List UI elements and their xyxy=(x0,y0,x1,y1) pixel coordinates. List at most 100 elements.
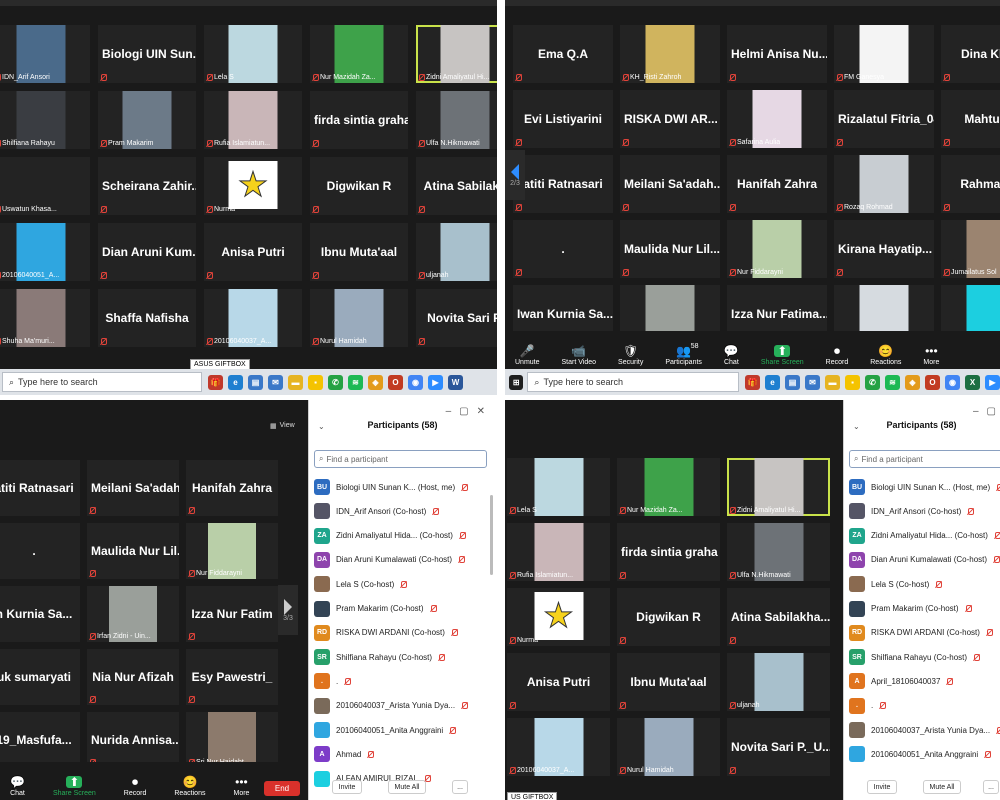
participant-row[interactable]: BU Biologi UIN Sunan K... (Host, me) xyxy=(849,475,1000,499)
control-more[interactable]: ••• More xyxy=(923,345,939,366)
video-tile[interactable]: Biologi UIN Sun... xyxy=(98,25,196,83)
muted-mic-icon[interactable] xyxy=(965,605,972,612)
video-tile[interactable]: Nurida Annisa... xyxy=(87,712,179,768)
muted-mic-icon[interactable] xyxy=(458,556,466,564)
mute-all-button[interactable]: Mute All xyxy=(923,780,961,794)
find-participant-input[interactable]: ⌕ Find a participant xyxy=(314,450,487,468)
folder-icon[interactable]: ▬ xyxy=(288,374,303,390)
video-tile[interactable]: 19_Masfufa... xyxy=(0,712,80,768)
video-tile[interactable]: uk sumaryati xyxy=(0,649,80,705)
video-tile[interactable]: ★ Nurma xyxy=(204,157,302,215)
participant-row[interactable]: .. xyxy=(314,669,352,693)
gift-icon[interactable]: 🎁 xyxy=(208,374,223,390)
video-tile[interactable]: Lela S xyxy=(507,458,610,516)
gift-icon[interactable]: 🎁 xyxy=(745,374,760,390)
video-tile[interactable]: Meilani Sa'adah... xyxy=(87,460,179,516)
video-tile[interactable]: Atina Sabilakh xyxy=(416,157,497,215)
windows-start-icon[interactable]: ⊞ xyxy=(509,374,524,390)
mute-all-button[interactable]: Mute All xyxy=(388,780,426,794)
participant-row[interactable]: IDN_Arif Ansori (Co-host) xyxy=(314,499,440,523)
office-icon[interactable]: O xyxy=(388,374,403,390)
office-icon[interactable]: O xyxy=(925,374,940,390)
window-controls[interactable]: –▢✕ xyxy=(446,406,493,417)
video-tile[interactable]: atiti Ratnasari xyxy=(513,155,613,213)
participant-row[interactable]: Lela S (Co-host) xyxy=(314,572,408,596)
participant-row[interactable]: 20106040051_Anita Anggraini xyxy=(314,718,457,742)
video-tile[interactable]: Evi Listiyarini xyxy=(513,90,613,148)
video-tile[interactable]: uljanah xyxy=(416,223,497,281)
page-next-button[interactable]: 3/3 xyxy=(278,585,298,635)
video-tile[interactable]: Uswatun Khasa... xyxy=(0,157,90,215)
video-tile[interactable]: Rufia Islamiatun... xyxy=(507,523,610,581)
muted-mic-icon[interactable] xyxy=(400,580,408,588)
video-tile[interactable]: Esy Pawestri_ xyxy=(186,649,278,705)
end-meeting-button[interactable]: End xyxy=(264,781,300,796)
video-tile[interactable]: Novita Sari P._U... xyxy=(727,718,830,776)
video-tile[interactable]: Pram Makarim xyxy=(98,91,196,149)
zoom-icon[interactable]: ▶ xyxy=(428,374,443,390)
participant-row[interactable]: ZA Zidni Amaliyatul Hida... (Co-host) xyxy=(314,524,466,548)
control-chat[interactable]: 💬 Chat xyxy=(10,776,25,797)
participant-row[interactable]: DA Dian Aruni Kumalawati (Co-host) xyxy=(849,548,1000,572)
participant-row[interactable]: RD RISKA DWI ARDANI (Co-host) xyxy=(314,621,458,645)
video-tile[interactable]: Hanifah Zahra xyxy=(727,155,827,213)
control-unmute[interactable]: 🎤 Unmute xyxy=(515,345,540,366)
video-tile[interactable]: atiti Ratnasari xyxy=(0,460,80,516)
video-tile[interactable]: Meilani Sa'adah... xyxy=(620,155,720,213)
video-tile[interactable]: Maulida Nur Lil... xyxy=(87,523,179,579)
muted-mic-icon[interactable] xyxy=(984,750,992,758)
video-tile[interactable]: . xyxy=(0,523,80,579)
participant-row[interactable]: 20106040037_Arista Yunia Dya... xyxy=(849,718,1000,742)
muted-mic-icon[interactable] xyxy=(461,702,469,710)
participant-row[interactable]: Lela S (Co-host) xyxy=(849,572,943,596)
control-reactions[interactable]: 😊 Reactions xyxy=(174,776,205,797)
video-tile[interactable]: Jumailatus Sol xyxy=(941,220,1000,278)
control-record[interactable]: ⏺ Record xyxy=(124,776,147,797)
video-tile[interactable]: Helmi Anisa Nu... xyxy=(727,25,827,83)
video-tile[interactable]: Irfan Zidni - Uin... xyxy=(87,586,179,642)
invite-button[interactable]: Invite xyxy=(332,780,362,794)
muted-mic-icon[interactable] xyxy=(438,653,446,661)
folder-icon[interactable]: ▬ xyxy=(825,374,840,390)
control-share-screen[interactable]: ⬆ Share Screen xyxy=(53,776,96,797)
muted-mic-icon[interactable] xyxy=(344,677,352,685)
video-tile[interactable]: Ibnu Muta'aal xyxy=(617,653,720,711)
video-tile[interactable]: firda sintia graha xyxy=(310,91,408,149)
scrollbar[interactable] xyxy=(490,495,493,575)
edge-icon[interactable]: e xyxy=(228,374,243,390)
video-tile[interactable]: 20106040037_A... xyxy=(204,289,302,347)
muted-mic-icon[interactable] xyxy=(967,507,975,515)
muted-mic-icon[interactable] xyxy=(879,702,887,710)
video-tile[interactable]: KH_Risti Zahroh xyxy=(620,25,720,83)
video-tile[interactable]: Mahtub F xyxy=(941,90,1000,148)
control-more[interactable]: ••• More xyxy=(233,776,249,797)
participant-row[interactable]: SR Shilfiana Rahayu (Co-host) xyxy=(849,645,981,669)
video-tile[interactable]: Nur Fiddarayni xyxy=(727,220,827,278)
video-tile[interactable]: Shilfiana Rahayu xyxy=(0,91,90,149)
participant-row[interactable]: Pram Makarim (Co-host) xyxy=(314,597,437,621)
participant-row[interactable]: 20106040037_Arista Yunia Dya... xyxy=(314,694,469,718)
more-options-button[interactable]: ... xyxy=(452,780,468,794)
video-tile[interactable]: Safarina Aulia xyxy=(727,90,827,148)
video-tile[interactable]: Ibnu Muta'aal xyxy=(310,223,408,281)
video-tile[interactable]: Izza Nur Fatim xyxy=(186,586,278,642)
spotify-icon[interactable]: ≋ xyxy=(885,374,900,390)
participant-row[interactable]: DA Dian Aruni Kumalawati (Co-host) xyxy=(314,548,466,572)
video-tile[interactable]: Hanifah Zahra xyxy=(186,460,278,516)
participant-row[interactable]: BU Biologi UIN Sunan K... (Host, me) xyxy=(314,475,469,499)
control-chat[interactable]: 💬 Chat xyxy=(724,345,739,366)
participant-row[interactable]: A April_18106040037 xyxy=(849,669,954,693)
muted-mic-icon[interactable] xyxy=(994,532,1000,540)
store-icon[interactable]: ▤ xyxy=(785,374,800,390)
video-tile[interactable]: Novita Sari P. xyxy=(416,289,497,347)
muted-mic-icon[interactable] xyxy=(996,726,1000,734)
notes-icon[interactable]: ▪ xyxy=(845,374,860,390)
page-prev-button[interactable]: 2/3 xyxy=(505,150,525,200)
participant-row[interactable]: RD RISKA DWI ARDANI (Co-host) xyxy=(849,621,993,645)
participant-row[interactable]: A Ahmad xyxy=(314,742,375,766)
video-tile[interactable]: Rufia Islamiatun... xyxy=(204,91,302,149)
video-tile[interactable]: Ulfa N.Hikmawati xyxy=(727,523,830,581)
video-tile[interactable]: Kirana Hayatip... xyxy=(834,220,934,278)
video-tile[interactable]: Sri Nur Haidaht... xyxy=(186,712,278,768)
video-tile[interactable]: Shaffa Nafisha xyxy=(98,289,196,347)
